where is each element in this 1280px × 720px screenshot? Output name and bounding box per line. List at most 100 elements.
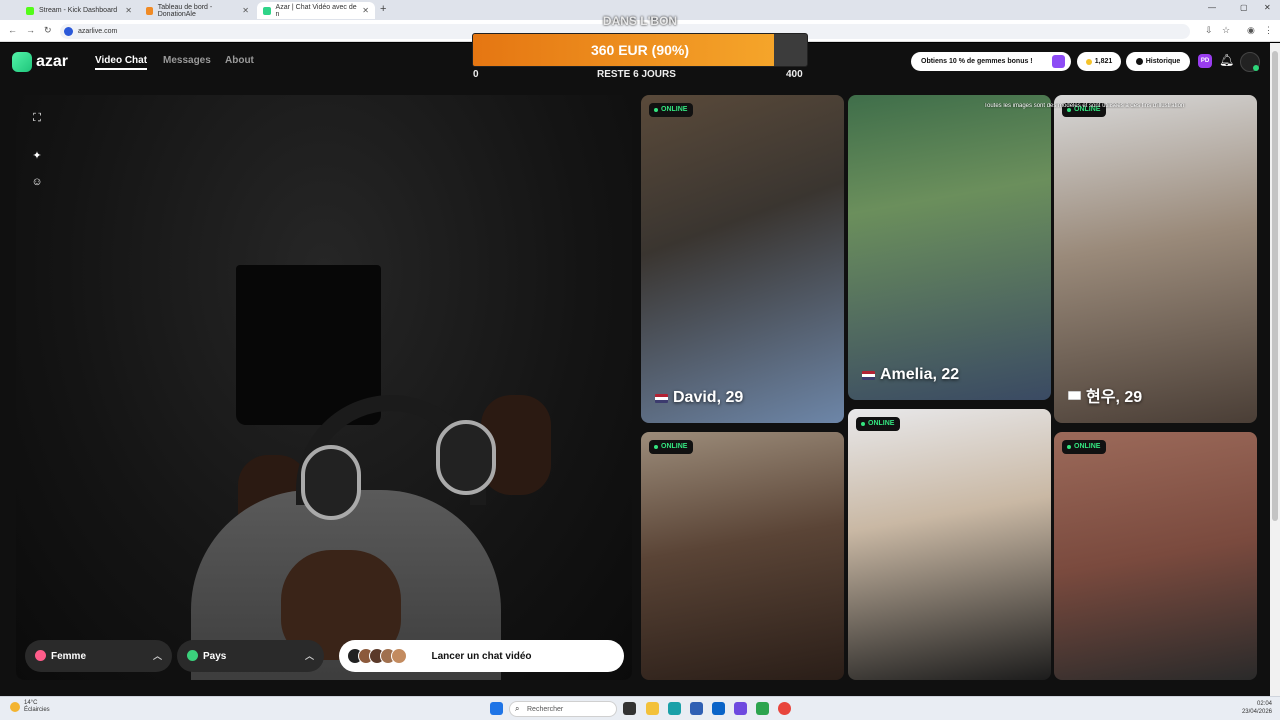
mail-icon[interactable] bbox=[712, 702, 725, 715]
page-scrollbar[interactable] bbox=[1270, 43, 1280, 696]
azar-logo-icon bbox=[12, 52, 32, 72]
messenger-icon[interactable] bbox=[734, 702, 747, 715]
task-view-icon[interactable] bbox=[623, 702, 636, 715]
fullscreen-icon[interactable]: ⛶ bbox=[30, 111, 44, 125]
gender-filter-dropdown[interactable]: Femme ︿ bbox=[25, 640, 172, 672]
gem-count: 1,821 bbox=[1094, 58, 1113, 65]
scrollbar-thumb[interactable] bbox=[1272, 51, 1278, 521]
online-badge: ONLINE bbox=[649, 103, 694, 117]
file-explorer-icon[interactable] bbox=[646, 702, 659, 715]
windows-taskbar: 14°C Éclaircies ⌕ Rechercher 02:04 23/04… bbox=[0, 696, 1280, 720]
reload-icon[interactable]: ↻ bbox=[44, 25, 52, 36]
donation-goal-remaining: RESTE 6 JOURS bbox=[597, 69, 676, 80]
local-camera-view: ⛶ ✦ ☺ bbox=[16, 95, 632, 680]
online-badge: ONLINE bbox=[856, 417, 901, 431]
taskbar-search[interactable]: ⌕ Rechercher bbox=[509, 701, 617, 717]
close-icon[interactable]: ✕ bbox=[125, 6, 132, 15]
donation-goal-bar: 360 EUR (90%) bbox=[472, 33, 808, 67]
us-flag-icon bbox=[862, 370, 875, 380]
profile-card-hyunwoo[interactable]: ONLINE 현우, 29 bbox=[1054, 95, 1257, 423]
close-window-icon[interactable]: ✕ bbox=[1264, 3, 1271, 12]
install-icon[interactable]: ⇩ bbox=[1205, 25, 1213, 36]
illustration-disclaimer: Toutes les images sont des modèles et so… bbox=[984, 103, 1185, 109]
chevron-up-icon: ︿ bbox=[152, 651, 162, 661]
donation-goal-amount: 360 EUR (90%) bbox=[590, 42, 690, 58]
weather-widget[interactable]: 14°C Éclaircies bbox=[10, 700, 50, 714]
magic-filter-icon[interactable]: ✦ bbox=[30, 149, 44, 163]
avatar bbox=[391, 648, 407, 664]
search-placeholder: Rechercher bbox=[527, 705, 564, 713]
start-video-chat-label: Lancer un chat vidéo bbox=[431, 650, 532, 662]
country-filter-dropdown[interactable]: Pays ︿ bbox=[177, 640, 324, 672]
nav-messages[interactable]: Messages bbox=[163, 55, 211, 66]
back-icon[interactable]: ← bbox=[8, 25, 17, 35]
gender-filter-value: Femme bbox=[51, 650, 87, 662]
history-button[interactable]: Historique bbox=[1126, 52, 1190, 71]
profile-card-amelia[interactable]: Amelia, 22 bbox=[848, 95, 1051, 400]
tab-donationalerts[interactable]: Tableau de bord - DonationAle ✕ bbox=[140, 2, 255, 19]
kick-icon bbox=[26, 6, 34, 15]
gem-balance[interactable]: 1,821 bbox=[1077, 52, 1121, 71]
minimize-icon[interactable]: — bbox=[1208, 3, 1216, 12]
tab-azar[interactable]: Azar | Chat Vidéo avec de n ✕ bbox=[257, 2, 375, 19]
forward-icon[interactable]: → bbox=[26, 25, 35, 35]
donationalerts-icon bbox=[146, 6, 153, 15]
donation-goal-min: 0 bbox=[473, 69, 479, 80]
nav-video-chat[interactable]: Video Chat bbox=[95, 55, 148, 70]
gem-icon bbox=[1085, 58, 1092, 65]
azar-logo[interactable]: azar bbox=[12, 52, 68, 72]
url-text: azarlive.com bbox=[78, 28, 118, 35]
maximize-icon[interactable]: ▢ bbox=[1240, 3, 1248, 12]
tab-kick-dashboard[interactable]: Stream - Kick Dashboard ✕ bbox=[20, 2, 138, 19]
chevron-up-icon: ︿ bbox=[304, 651, 314, 661]
nav-about[interactable]: About bbox=[225, 55, 254, 66]
donation-goal-title: DANS L'BON bbox=[602, 14, 678, 28]
profile-icon[interactable]: ◉ bbox=[1247, 25, 1255, 36]
profile-name-text: 현우, 29 bbox=[1086, 389, 1143, 406]
clock-date: 23/04/2026 bbox=[1241, 709, 1272, 715]
tab-title: Azar | Chat Vidéo avec de n bbox=[275, 3, 357, 18]
store-icon[interactable] bbox=[690, 702, 703, 715]
bell-icon[interactable]: 🔔︎ bbox=[1219, 53, 1234, 67]
tab-title: Stream - Kick Dashboard bbox=[39, 7, 118, 14]
weather-desc: Éclaircies bbox=[24, 707, 50, 713]
profile-card[interactable]: ONLINE bbox=[641, 432, 844, 680]
tab-title: Tableau de bord - DonationAle bbox=[157, 3, 213, 18]
azar-icon bbox=[263, 6, 271, 15]
profile-card[interactable]: ONLINE bbox=[1054, 432, 1257, 680]
us-flag-icon bbox=[655, 393, 668, 403]
weather-icon bbox=[10, 702, 20, 712]
profile-card[interactable]: ONLINE bbox=[848, 409, 1051, 680]
profile-name: 현우, 29 bbox=[1068, 383, 1142, 407]
online-badge: ONLINE bbox=[649, 440, 694, 454]
azar-app: azar Video Chat Messages About Obtiens 1… bbox=[0, 14, 1270, 696]
history-label: Historique bbox=[1145, 58, 1181, 65]
gem-bonus-promo[interactable]: Obtiens 10 % de gemmes bonus ! bbox=[911, 52, 1071, 71]
menu-icon[interactable]: ⋮ bbox=[1264, 25, 1273, 36]
sticker-icon[interactable]: ☺ bbox=[30, 175, 44, 189]
country-filter-value: Pays bbox=[203, 650, 227, 662]
profile-card-david[interactable]: ONLINE David, 29 bbox=[641, 95, 844, 423]
profile-name: Amelia, 22 bbox=[862, 366, 959, 384]
donation-goal-max: 400 bbox=[786, 69, 803, 80]
bookmark-star-icon[interactable]: ☆ bbox=[1222, 25, 1230, 36]
profile-badge[interactable]: PD bbox=[1198, 54, 1212, 68]
close-icon[interactable]: ✕ bbox=[242, 6, 249, 15]
new-tab-icon[interactable]: + bbox=[380, 3, 386, 15]
promo-text: Obtiens 10 % de gemmes bonus ! bbox=[921, 58, 1033, 65]
profile-name: David, 29 bbox=[655, 389, 743, 407]
chrome-icon[interactable] bbox=[778, 702, 791, 715]
weather-temp: 14°C bbox=[24, 700, 38, 706]
start-video-chat-button[interactable]: Lancer un chat vidéo bbox=[339, 640, 624, 672]
site-info-icon[interactable] bbox=[64, 27, 73, 36]
edge-icon[interactable] bbox=[668, 702, 681, 715]
logo-text: azar bbox=[36, 53, 69, 70]
system-clock[interactable]: 02:04 23/04/2026 bbox=[1232, 700, 1272, 716]
start-menu-icon[interactable] bbox=[490, 702, 503, 715]
globe-icon bbox=[187, 650, 198, 661]
avatar[interactable] bbox=[1240, 52, 1260, 72]
gift-icon bbox=[1052, 55, 1065, 68]
history-icon bbox=[1135, 58, 1143, 65]
app-icon[interactable] bbox=[756, 702, 769, 715]
close-icon[interactable]: ✕ bbox=[362, 6, 369, 15]
